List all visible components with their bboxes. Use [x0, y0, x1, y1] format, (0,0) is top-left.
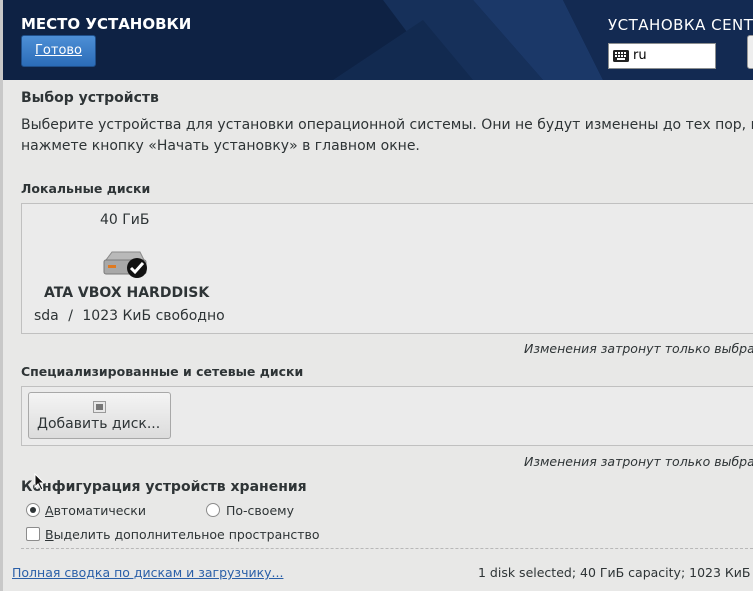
disk-info: sda / 1023 КиБ свободно	[34, 308, 225, 324]
hard-disk-icon	[103, 251, 147, 278]
add-disk-label: Добавить диск...	[37, 416, 161, 432]
reclaim-space-checkbox[interactable]	[26, 527, 40, 541]
description-line-1: Выберите устройства для установки операц…	[21, 117, 753, 133]
network-disks-title: Специализированные и сетевые диски	[21, 364, 304, 379]
disk-device: sda	[34, 308, 59, 324]
disk-summary-link[interactable]: Полная сводка по дискам и загрузчику...	[12, 565, 283, 580]
header-bar: МЕСТО УСТАНОВКИ Готово УСТАНОВКА CENTO r…	[3, 0, 753, 80]
page-title: МЕСТО УСТАНОВКИ	[21, 15, 192, 33]
disk-size: 40 ГиБ	[100, 212, 150, 228]
local-disks-title: Локальные диски	[21, 181, 151, 196]
keyboard-icon	[613, 50, 629, 62]
window-edge	[0, 0, 3, 591]
mouse-cursor-icon	[34, 473, 46, 491]
network-disks-note: Изменения затронут только выбранные	[524, 454, 753, 469]
device-selection-title: Выбор устройств	[21, 90, 159, 106]
done-button[interactable]: Готово	[21, 35, 96, 67]
description-line-2: нажмете кнопку «Начать установку» в глав…	[21, 138, 420, 154]
auto-partitioning-radio[interactable]	[26, 503, 40, 517]
help-button[interactable]	[747, 35, 753, 69]
disk-free-space: 1023 КиБ свободно	[82, 308, 225, 324]
storage-config-title: Конфигурация устройств хранения	[21, 479, 307, 495]
device-selection-description: Выберите устройства для установки операц…	[21, 115, 753, 157]
disk-name: ATA VBOX HARDDISK	[44, 285, 210, 301]
footer-divider	[21, 548, 753, 549]
keyboard-layout-label: ru	[633, 48, 647, 63]
product-title: УСТАНОВКА CENTO	[608, 16, 753, 34]
custom-partitioning-radio[interactable]	[206, 503, 220, 517]
local-disks-note: Изменения затронут только выбранные	[524, 341, 753, 356]
add-disk-icon	[93, 401, 106, 413]
disk-separator: /	[68, 308, 73, 324]
reclaim-space-label[interactable]: Выделить дополнительное пространство	[45, 527, 320, 542]
auto-partitioning-label[interactable]: Автоматически	[45, 503, 146, 518]
add-disk-button[interactable]: Добавить диск...	[28, 392, 171, 439]
keyboard-layout-indicator[interactable]: ru	[608, 43, 716, 69]
custom-partitioning-label[interactable]: По-своему	[226, 503, 294, 518]
selection-status: 1 disk selected; 40 ГиБ capacity; 1023 К…	[478, 565, 753, 580]
